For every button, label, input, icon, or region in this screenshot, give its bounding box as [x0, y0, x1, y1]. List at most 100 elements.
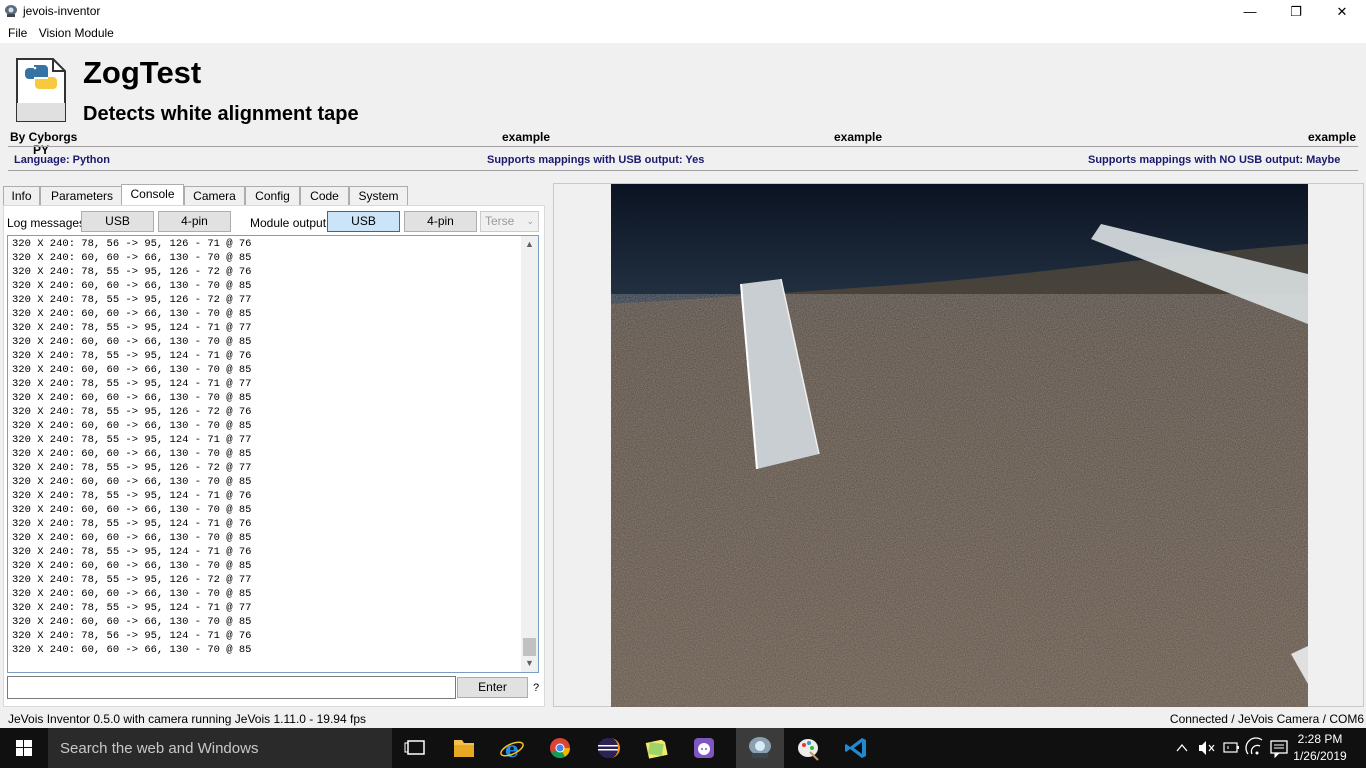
menu-file[interactable]: File [4, 23, 31, 40]
internet-explorer-icon[interactable]: e [488, 728, 536, 768]
console-line: 320 X 240: 78, 55 -> 95, 124 - 71 @ 76 [12, 490, 252, 502]
module-name: ZogTest [83, 55, 202, 90]
camera-video [611, 184, 1308, 707]
console-line: 320 X 240: 60, 60 -> 66, 130 - 70 @ 85 [12, 504, 252, 516]
chevron-down-icon: ⌄ [526, 216, 534, 226]
console-output[interactable]: 320 X 240: 78, 56 -> 95, 126 - 71 @ 76 32… [7, 235, 539, 673]
tab-config[interactable]: Config [245, 186, 300, 206]
console-line: 320 X 240: 78, 55 -> 95, 126 - 72 @ 77 [12, 574, 252, 586]
tab-parameters[interactable]: Parameters [40, 186, 124, 206]
console-line: 320 X 240: 78, 55 -> 95, 126 - 72 @ 76 [12, 266, 252, 278]
windows-start-icon[interactable] [0, 728, 48, 768]
wifi-icon[interactable] [1244, 728, 1266, 768]
visual-studio-code-icon[interactable] [832, 728, 880, 768]
console-scrollbar[interactable]: ▲ ▼ [521, 236, 538, 672]
console-line: 320 X 240: 60, 60 -> 66, 130 - 70 @ 85 [12, 280, 252, 292]
menu-vision-module[interactable]: Vision Module [35, 23, 118, 40]
output-usb-button[interactable]: USB [327, 211, 400, 232]
console-line: 320 X 240: 60, 60 -> 66, 130 - 70 @ 85 [12, 616, 252, 628]
console-line: 320 X 240: 78, 55 -> 95, 124 - 71 @ 77 [12, 378, 252, 390]
tab-info[interactable]: Info [3, 186, 40, 206]
scroll-up-icon[interactable]: ▲ [521, 236, 538, 253]
command-input[interactable] [7, 676, 456, 699]
close-button[interactable]: ✕ [1319, 0, 1365, 23]
console-line: 320 X 240: 78, 55 -> 95, 126 - 72 @ 77 [12, 462, 252, 474]
console-line: 320 X 240: 60, 60 -> 66, 130 - 70 @ 85 [12, 364, 252, 376]
maximize-button[interactable]: ❐ [1273, 0, 1319, 23]
status-left: JeVois Inventor 0.5.0 with camera runnin… [8, 712, 366, 726]
module-author: By Cyborgs [10, 130, 78, 144]
header-divider-2 [8, 170, 1358, 171]
tab-console[interactable]: Console [121, 184, 184, 206]
console-line: 320 X 240: 78, 56 -> 95, 126 - 71 @ 76 [12, 238, 252, 250]
taskbar-clock[interactable]: 2:28 PM 1/26/2019 [1290, 731, 1350, 765]
battery-icon[interactable] [1220, 728, 1242, 768]
output-4pin-button[interactable]: 4-pin [404, 211, 477, 232]
console-line: 320 X 240: 60, 60 -> 66, 130 - 70 @ 85 [12, 560, 252, 572]
console-line: 320 X 240: 78, 55 -> 95, 124 - 71 @ 76 [12, 350, 252, 362]
console-line: 320 X 240: 60, 60 -> 66, 130 - 70 @ 85 [12, 336, 252, 348]
console-line: 320 X 240: 78, 55 -> 95, 124 - 71 @ 77 [12, 434, 252, 446]
taskbar-search[interactable]: Search the web and Windows [48, 728, 392, 768]
title-bar: jevois-inventor — ❐ ✕ [0, 0, 1366, 23]
tab-system[interactable]: System [349, 186, 408, 206]
search-placeholder: Search the web and Windows [60, 740, 259, 757]
module-link-1[interactable]: example [502, 130, 550, 144]
module-link-3[interactable]: example [1308, 130, 1356, 144]
chrome-icon[interactable] [536, 728, 584, 768]
window-title: jevois-inventor [23, 4, 101, 18]
console-line: 320 X 240: 60, 60 -> 66, 130 - 70 @ 85 [12, 644, 252, 656]
console-line: 320 X 240: 60, 60 -> 66, 130 - 70 @ 85 [12, 420, 252, 432]
log-4pin-button[interactable]: 4-pin [158, 211, 231, 232]
github-desktop-icon[interactable] [680, 728, 728, 768]
python-file-icon [16, 58, 66, 122]
jevois-inventor-taskbar-icon[interactable] [736, 728, 784, 768]
verbosity-select[interactable]: Terse ⌄ [480, 211, 539, 232]
verbosity-value: Terse [485, 214, 515, 228]
file-explorer-icon[interactable] [440, 728, 488, 768]
app-icon [5, 5, 17, 17]
action-center-icon[interactable] [1268, 728, 1290, 768]
status-bar: JeVois Inventor 0.5.0 with camera runnin… [0, 708, 1366, 728]
enter-button[interactable]: Enter [457, 677, 528, 698]
clock-date: 1/26/2019 [1293, 749, 1347, 763]
module-description: Detects white alignment tape [83, 103, 359, 125]
tab-camera[interactable]: Camera [184, 186, 245, 206]
console-log-text: 320 X 240: 78, 56 -> 95, 126 - 71 @ 76 32… [12, 237, 251, 657]
no-usb-support: Supports mappings with NO USB output: Ma… [1088, 154, 1341, 166]
help-link[interactable]: ? [533, 682, 539, 694]
taskbar: Search the web and Windows e 2:28 PM 1/2… [0, 728, 1366, 768]
scroll-thumb[interactable] [523, 638, 536, 656]
console-line: 320 X 240: 60, 60 -> 66, 130 - 70 @ 85 [12, 476, 252, 488]
paint-icon[interactable] [784, 728, 832, 768]
module-output-label: Module output: [250, 216, 330, 230]
volume-muted-icon[interactable] [1196, 728, 1218, 768]
console-line: 320 X 240: 60, 60 -> 66, 130 - 70 @ 85 [12, 252, 252, 264]
console-line: 320 X 240: 60, 60 -> 66, 130 - 70 @ 85 [12, 588, 252, 600]
console-line: 320 X 240: 60, 60 -> 66, 130 - 70 @ 85 [12, 448, 252, 460]
module-link-2[interactable]: example [834, 130, 882, 144]
minimize-button[interactable]: — [1227, 0, 1273, 23]
console-line: 320 X 240: 78, 55 -> 95, 126 - 72 @ 76 [12, 406, 252, 418]
scroll-down-icon[interactable]: ▼ [521, 655, 538, 672]
console-line: 320 X 240: 78, 55 -> 95, 126 - 72 @ 77 [12, 294, 252, 306]
task-view-icon[interactable] [392, 728, 440, 768]
log-usb-button[interactable]: USB [81, 211, 154, 232]
console-line: 320 X 240: 60, 60 -> 66, 130 - 70 @ 85 [12, 392, 252, 404]
console-line: 320 X 240: 78, 55 -> 95, 124 - 71 @ 76 [12, 518, 252, 530]
tab-code[interactable]: Code [300, 186, 349, 206]
usb-support: Supports mappings with USB output: Yes [487, 154, 705, 166]
console-line: 320 X 240: 78, 56 -> 95, 124 - 71 @ 76 [12, 630, 252, 642]
sticky-notes-icon[interactable] [632, 728, 680, 768]
status-right: Connected / JeVois Camera / COM6 [1169, 712, 1364, 726]
header-divider [8, 146, 1358, 147]
log-messages-label: Log messages: [7, 216, 89, 230]
eclipse-icon[interactable] [584, 728, 632, 768]
svg-text:e: e [505, 737, 519, 763]
module-header: PY ZogTest Detects white alignment tape … [0, 43, 1366, 171]
console-line: 320 X 240: 60, 60 -> 66, 130 - 70 @ 85 [12, 532, 252, 544]
clock-time: 2:28 PM [1297, 732, 1343, 746]
menu-bar: File Vision Module [0, 23, 1366, 43]
module-language: Language: Python [14, 154, 110, 166]
chevron-up-icon[interactable] [1172, 728, 1192, 768]
